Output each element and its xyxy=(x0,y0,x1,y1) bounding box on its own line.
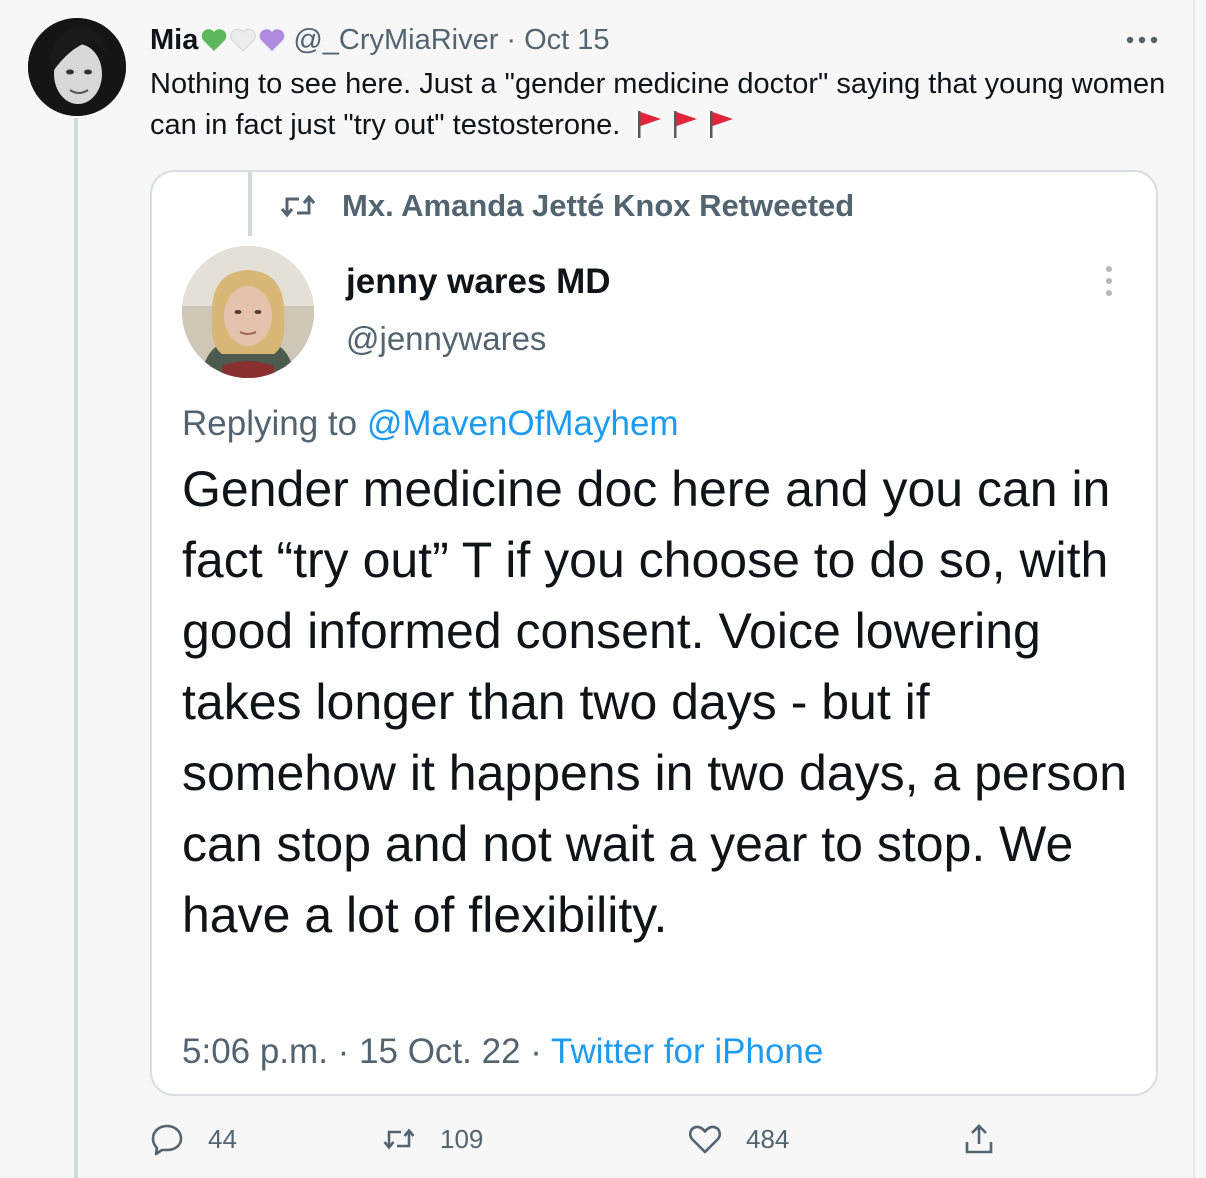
retweet-count: 109 xyxy=(440,1123,484,1154)
avatar-image xyxy=(28,18,126,116)
reply-button[interactable]: 44 xyxy=(150,1122,237,1156)
reply-icon xyxy=(151,1124,183,1156)
heart-icon xyxy=(688,1125,722,1154)
tweet-text: Nothing to see here. Just a "gender medi… xyxy=(150,64,1170,146)
quoted-author-handle[interactable]: @jennywares xyxy=(346,320,546,358)
quoted-tweet-card[interactable]: Mx. Amanda Jetté Knox Retweeted jenny wa… xyxy=(150,170,1158,1096)
quoted-avatar-image xyxy=(182,246,314,378)
author-handle[interactable]: @_CryMiaRiver xyxy=(293,24,498,57)
retweeted-by-label[interactable]: Mx. Amanda Jetté Knox Retweeted xyxy=(342,188,854,224)
reply-count: 44 xyxy=(208,1123,237,1154)
author-name[interactable]: Mia xyxy=(150,24,198,57)
meta-separator: · xyxy=(337,1032,350,1071)
quoted-author-name[interactable]: jenny wares MD xyxy=(346,262,611,302)
share-icon xyxy=(965,1124,993,1154)
like-button[interactable]: 484 xyxy=(688,1122,789,1156)
white-heart-icon xyxy=(230,28,257,52)
retweet-button[interactable]: 109 xyxy=(382,1122,483,1156)
retweet-icon xyxy=(280,194,316,218)
author-avatar[interactable] xyxy=(28,18,126,116)
like-count: 484 xyxy=(746,1123,790,1154)
retweet-thread-line xyxy=(248,172,252,236)
quoted-tweet-body: Gender medicine doc here and you can in … xyxy=(182,461,1127,943)
quoted-author-avatar[interactable] xyxy=(182,246,314,378)
retweet-context: Mx. Amanda Jetté Knox Retweeted xyxy=(280,188,854,224)
share-button[interactable] xyxy=(962,1122,996,1156)
more-options-button[interactable] xyxy=(1122,28,1162,52)
quoted-more-button xyxy=(1092,264,1126,298)
green-heart-icon xyxy=(202,29,227,51)
meta-separator: · xyxy=(530,1032,542,1071)
header-separator: · xyxy=(506,23,517,56)
tweet-date[interactable]: Oct 15 xyxy=(524,24,609,57)
red-flag-icon xyxy=(674,111,698,138)
more-dots-icon xyxy=(1126,36,1158,44)
vertical-more-dots-icon xyxy=(1106,266,1112,296)
red-flag-icon xyxy=(710,111,734,138)
purple-heart-icon xyxy=(260,29,285,51)
red-flag-icon xyxy=(638,111,662,138)
replying-to-prefix: Replying to xyxy=(182,404,358,443)
tweet-header: Mia @_CryMiaRiver · Oct 15 xyxy=(150,20,610,60)
quoted-date: 15 Oct. 22 xyxy=(359,1032,521,1071)
thread-line xyxy=(74,118,78,1178)
quoted-source-link: Twitter for iPhone xyxy=(551,1032,824,1071)
replying-to: Replying to @MavenOfMayhem xyxy=(182,404,679,444)
retweet-icon xyxy=(383,1128,415,1150)
quoted-tweet-meta: 5:06 p.m. · 15 Oct. 22 · Twitter for iPh… xyxy=(182,1032,823,1072)
quoted-time: 5:06 p.m. xyxy=(182,1032,328,1071)
replying-to-mention[interactable]: @MavenOfMayhem xyxy=(367,404,679,443)
column-border xyxy=(1193,0,1195,1178)
